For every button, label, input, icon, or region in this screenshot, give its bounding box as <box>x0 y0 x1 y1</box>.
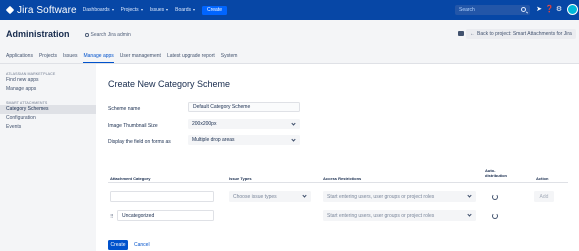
display-field-value: Multiple drop areas <box>192 137 235 143</box>
column-header-access: Access Restrictions <box>323 176 362 181</box>
issue-types-placeholder: Choose issue types <box>233 193 277 200</box>
chevron-down-icon <box>467 212 472 217</box>
category-name-input[interactable]: Uncategorized <box>117 210 214 221</box>
drag-handle-icon[interactable]: ⠿ <box>110 214 114 220</box>
sidebar-item-category-schemes[interactable]: Category Schemes <box>0 105 96 114</box>
chevron-down-icon <box>140 9 143 11</box>
table-header-divider <box>108 182 568 183</box>
search-icon <box>85 33 89 37</box>
feedback-icon[interactable] <box>458 31 464 36</box>
tab-issues[interactable]: Issues <box>63 53 77 63</box>
jira-logo[interactable]: Jira Software <box>6 0 77 20</box>
nav-boards[interactable]: Boards <box>175 7 195 13</box>
top-navigation-bar: Jira Software Dashboards Projects Issues… <box>0 0 579 20</box>
tab-applications[interactable]: Applications <box>6 53 33 63</box>
tab-manage-apps[interactable]: Manage apps <box>83 53 114 63</box>
auto-distribution-icon[interactable] <box>492 194 498 200</box>
tab-user-management[interactable]: User management <box>120 53 161 63</box>
nav-issues-label: Issues <box>149 7 165 13</box>
row-access-restrictions-select[interactable]: Start entering users, user groups or pro… <box>323 210 476 221</box>
help-icon[interactable]: ❓ <box>545 6 554 14</box>
global-search-placeholder: Search <box>459 7 475 13</box>
column-header-category: Attachment Category <box>110 176 151 181</box>
sidebar-item-manage-apps[interactable]: Manage apps <box>0 85 96 94</box>
issue-types-select[interactable]: Choose issue types <box>229 191 311 202</box>
chevron-down-icon <box>166 9 169 11</box>
scheme-name-input[interactable]: Default Category Scheme <box>188 102 300 112</box>
page-title: Administration <box>6 29 70 39</box>
thumbnail-size-label: Image Thumbnail Size <box>108 123 158 129</box>
arrow-left-icon: ← <box>470 31 475 37</box>
global-search-input[interactable]: Search <box>455 5 530 15</box>
notifications-icon[interactable]: ➤ <box>535 6 543 14</box>
chevron-down-icon <box>111 9 114 11</box>
admin-tabs: Applications Projects Issues Manage apps… <box>0 46 579 64</box>
tab-projects[interactable]: Projects <box>39 53 57 63</box>
jira-logo-text: Jira Software <box>17 4 77 16</box>
sidebar-item-configuration[interactable]: Configuration <box>0 114 96 123</box>
admin-search-input[interactable]: Search Jira admin <box>85 32 131 38</box>
access-restrictions-select[interactable]: Start entering users, user groups or pro… <box>323 191 476 202</box>
nav-issues[interactable]: Issues <box>149 7 169 13</box>
nav-dashboards-label: Dashboards <box>82 7 110 13</box>
admin-search-placeholder: Search Jira admin <box>90 32 131 38</box>
nav-projects[interactable]: Projects <box>121 7 143 13</box>
search-icon <box>521 7 526 12</box>
avatar[interactable] <box>567 4 578 15</box>
chevron-down-icon <box>291 121 296 126</box>
form-title: Create New Category Scheme <box>108 79 231 89</box>
create-scheme-button[interactable]: Create <box>108 240 128 250</box>
nav-projects-label: Projects <box>120 7 139 13</box>
chevron-down-icon <box>467 193 472 198</box>
thumbnail-size-select[interactable]: 200x200px <box>188 119 300 129</box>
settings-icon[interactable]: ⚙ <box>555 6 563 14</box>
tab-latest-upgrade-report[interactable]: Latest upgrade report <box>167 53 215 63</box>
column-header-issue-types: Issue Types <box>229 176 252 181</box>
access-restrictions-placeholder: Start entering users, user groups or pro… <box>327 193 435 200</box>
add-category-button[interactable]: Add <box>534 191 554 202</box>
sidebar: ATLASSIAN MARKETPLACE Find new apps Mana… <box>0 64 96 251</box>
chevron-down-icon <box>291 137 296 142</box>
jira-logo-icon <box>6 6 14 14</box>
nav-boards-label: Boards <box>175 7 191 13</box>
new-category-input[interactable] <box>110 191 214 202</box>
row-access-restrictions-placeholder: Start entering users, user groups or pro… <box>327 212 435 219</box>
create-button[interactable]: Create <box>201 5 227 15</box>
auto-distribution-icon[interactable] <box>492 213 498 219</box>
thumbnail-size-value: 200x200px <box>192 121 217 127</box>
display-field-label: Display the field on forms as <box>108 139 171 145</box>
chevron-down-icon <box>192 9 195 11</box>
display-field-select[interactable]: Multiple drop areas <box>188 135 300 145</box>
chevron-down-icon <box>302 193 307 198</box>
nav-dashboards[interactable]: Dashboards <box>83 7 114 13</box>
main-content: Create New Category Scheme Scheme name D… <box>96 64 579 251</box>
top-nav: Dashboards Projects Issues Boards Create <box>83 0 227 20</box>
cancel-link[interactable]: Cancel <box>134 242 150 248</box>
back-to-project-label: Back to project: Smart Attachments for J… <box>477 31 572 37</box>
column-header-action: Action <box>536 176 549 181</box>
tab-system[interactable]: System <box>221 53 238 63</box>
admin-header: Administration Search Jira admin ← Back … <box>0 20 579 46</box>
sidebar-item-events[interactable]: Events <box>0 123 96 132</box>
sidebar-item-find-new-apps[interactable]: Find new apps <box>0 76 96 85</box>
scheme-name-label: Scheme name <box>108 106 141 112</box>
back-to-project-button[interactable]: ← Back to project: Smart Attachments for… <box>466 29 576 39</box>
column-header-auto-distribution: Auto-distribution <box>485 168 507 178</box>
